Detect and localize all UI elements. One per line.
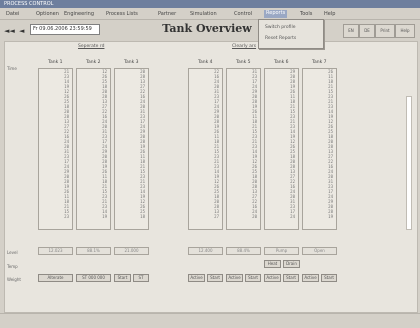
window-titlebar: PROCESS CONTROL <box>0 0 420 8</box>
column-header-tank-6: Tank 6 <box>274 60 289 65</box>
start-button[interactable]: Start <box>114 274 131 282</box>
column-header-tank-4: Tank 4 <box>198 60 213 65</box>
tank-7-level-indicator: Open <box>302 247 337 255</box>
row-label-temp: Temp <box>7 264 18 269</box>
tank-5-level-indicator: 88.4% <box>226 247 261 255</box>
tank-2-column: 12 26 25 18 20 28 13 27 22 16 24 20 31 23 17 24 29 20 28 19… <box>76 68 111 230</box>
tank-5-column: 31 23 17 24 29 20 28 19 26 11 18 21 15 23 21 23 14 19 12 26… <box>226 68 261 230</box>
vertical-scrollbar[interactable] <box>406 96 412 230</box>
row-label-time: Time <box>7 66 17 71</box>
tank-value-cell: 19 <box>102 214 107 219</box>
menu-item-datei[interactable]: Datei <box>6 11 19 17</box>
row-label-weight: Weight <box>7 277 21 282</box>
menu-item-process-lists[interactable]: Process Lists <box>106 11 138 17</box>
tank-value-cell: 27 <box>214 214 219 219</box>
tank-1-level-indicator: 12.023 <box>38 247 73 255</box>
menu-item-optionen[interactable]: Optionen <box>36 11 59 17</box>
tank-5-start-button[interactable]: Start <box>245 274 261 282</box>
column-header-tank-3: Tank 3 <box>124 60 139 65</box>
column-header-tank-5: Tank 5 <box>236 60 251 65</box>
tank-4-start-button[interactable]: Start <box>207 274 223 282</box>
column-header-tank-7: Tank 7 <box>312 60 327 65</box>
row-label-level: Level <box>7 250 18 255</box>
reports-dropdown-menu: Switch profile Reset Reports <box>258 19 324 49</box>
tank-value-cell: 24 <box>290 214 295 219</box>
language-de-button[interactable]: DE <box>359 24 375 38</box>
tank-6-level-indicator: Pump <box>264 247 299 255</box>
dropdown-item-reset-reports[interactable]: Reset Reports <box>265 36 296 41</box>
menu-item-help[interactable]: Help <box>324 11 335 17</box>
group-label-left: Seperate rd <box>78 44 105 49</box>
window-title: PROCESS CONTROL <box>4 1 54 7</box>
column-header-tank-2: Tank 2 <box>86 60 101 65</box>
tank-3-column: 20 28 13 27 22 16 24 20 31 23 17 24 29 20 28 19 26 11 18 21… <box>114 68 149 230</box>
tank-7-column: 26 11 18 21 15 23 21 23 14 19 12 26 25 18 20 28 13 27 22 16… <box>302 68 337 230</box>
tank-6-column: 29 20 28 19 26 11 18 21 15 23 21 23 14 19 12 26 25 18 20 28… <box>264 68 299 230</box>
tank-7-start-button[interactable]: Start <box>321 274 337 282</box>
tank-value-cell: 19 <box>328 214 333 219</box>
tank-1-column: 21 23 14 19 12 26 25 18 20 28 13 27 22 16 24 20 31 23 17 24… <box>38 68 73 230</box>
tank-7-active-button[interactable]: Active <box>302 274 319 282</box>
heat-button[interactable]: Heat <box>264 260 281 268</box>
print-button[interactable]: Print <box>375 24 395 38</box>
tank-4-level-indicator: 12.400 <box>188 247 223 255</box>
menu-item-simulation[interactable]: Simulation <box>190 11 217 17</box>
menu-item-partner[interactable]: Partner <box>158 11 176 17</box>
language-en-button[interactable]: EN <box>343 24 359 38</box>
st-status-button[interactable]: ST 000 000 <box>76 274 111 282</box>
help-button[interactable]: Help <box>395 24 415 38</box>
alterate-button[interactable]: Alterate <box>38 274 73 282</box>
menu-item-reports[interactable]: Reports <box>264 10 288 18</box>
tank-value-cell: 20 <box>252 214 257 219</box>
menu-item-tools[interactable]: Tools <box>300 11 312 17</box>
dropdown-item-switch-profile[interactable]: Switch profile <box>265 25 296 30</box>
group-label-right: Clearly ars <box>232 44 257 49</box>
st-button[interactable]: ST <box>133 274 149 282</box>
menu-bar: Datei Optionen Engineering Process Lists… <box>0 9 420 20</box>
tank-6-start-button[interactable]: Start <box>283 274 299 282</box>
tank-2-level-indicator: 88.1% <box>76 247 111 255</box>
prev-prev-button[interactable]: ◄◄ <box>4 27 15 35</box>
column-header-tank-1: Tank 1 <box>48 60 63 65</box>
menu-item-engineering[interactable]: Engineering <box>64 11 94 17</box>
tank-value-cell: 23 <box>64 214 69 219</box>
page-title: Tank Overview <box>162 22 252 35</box>
date-field[interactable]: Fr 09.06.2006 23:59:59 <box>30 24 100 35</box>
tank-6-active-button[interactable]: Active <box>264 274 281 282</box>
menu-item-control[interactable]: Control <box>234 11 252 17</box>
tank-4-active-button[interactable]: Active <box>188 274 205 282</box>
tank-3-level-indicator: 21.000 <box>114 247 149 255</box>
tank-4-column: 22 16 24 20 31 23 17 24 29 20 28 19 26 11 18 21 15 23 21 23… <box>188 68 223 230</box>
tank-value-cell: 18 <box>140 214 145 219</box>
prev-button[interactable]: ◄ <box>19 27 24 35</box>
drain-button[interactable]: Drain <box>283 260 300 268</box>
status-bar <box>0 313 420 328</box>
tank-5-active-button[interactable]: Active <box>226 274 243 282</box>
